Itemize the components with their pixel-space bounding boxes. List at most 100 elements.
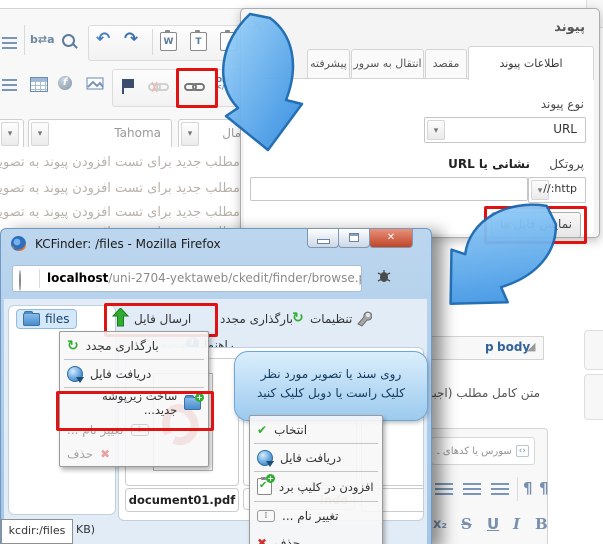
paragraph-ltr-icon[interactable]: ¶	[523, 479, 533, 497]
delete-x-icon: ✖	[100, 447, 110, 461]
dialog-body: نوع پیوند ▾ URL پروتکل نشانی یا URL ▾ ht…	[244, 78, 594, 234]
link-icon[interactable]	[184, 81, 205, 93]
toolbar-settings-label[interactable]: تنظیمات	[310, 312, 352, 326]
italic-icon[interactable]: I	[513, 515, 520, 533]
wrench-icon[interactable]	[356, 311, 372, 327]
delete-x-icon: ✖	[257, 536, 267, 544]
menu-item-clipboard[interactable]: ✔ افزودن در کلیپ برد	[250, 472, 382, 501]
table-icon[interactable]	[30, 77, 48, 92]
subscript-icon[interactable]: x₂	[433, 517, 447, 532]
chevron-down-icon[interactable]: ▾	[31, 122, 49, 146]
underline-icon[interactable]: U	[487, 515, 499, 533]
tab-target[interactable]: مقصد	[425, 49, 467, 79]
align-left-icon[interactable]	[491, 483, 509, 495]
browse-server-button[interactable]: نمایش فایل ها	[491, 212, 581, 238]
menu-item-rename[interactable]: تغییر نام ... I	[60, 418, 208, 442]
refresh-icon: ↻	[67, 339, 79, 353]
hint-line1: روی سند یا تصویر مورد نظر	[235, 365, 427, 384]
search-icon[interactable]	[62, 34, 75, 47]
chevron-down-icon[interactable]: ▾	[1, 122, 19, 146]
list-icon[interactable]	[2, 79, 17, 91]
menu-label: تغییر نام ...	[67, 423, 124, 437]
align-center-icon[interactable]	[463, 483, 481, 495]
rename-icon: I	[131, 424, 149, 436]
firefox-window: KCFinder: /files - Mozilla Firefox ✕ loc…	[0, 228, 432, 544]
align-right-icon[interactable]	[435, 483, 453, 495]
chevron-down-icon[interactable]: ▾	[427, 120, 445, 140]
menu-item-delete[interactable]: ✖ حذف	[250, 529, 382, 544]
refresh-icon[interactable]: ↻	[292, 311, 304, 325]
paste-icon[interactable]	[220, 32, 237, 51]
page-bug-icon[interactable]	[376, 269, 392, 284]
path-item-p[interactable]: p	[485, 340, 494, 354]
menu-label: تغییر نام ...	[282, 509, 339, 523]
toolbar-refresh-label[interactable]: بارگذاری مجدد	[220, 312, 293, 326]
download-globe-icon	[257, 450, 273, 466]
strikethrough-icon[interactable]: S	[461, 515, 472, 533]
styles-combo[interactable]: ▾	[0, 119, 24, 149]
bold-icon[interactable]: B	[535, 515, 548, 533]
hint-line2: کلیک راست یا دوبل کلیک کنید	[235, 384, 427, 403]
navigation-bar: localhost/uni-2704-yektaweb/ckedit/finde…	[4, 259, 427, 300]
site-identity-icon[interactable]	[19, 270, 21, 291]
rename-icon: I	[257, 510, 275, 522]
background-field	[584, 330, 603, 370]
undo-icon[interactable]: ↶	[96, 32, 110, 46]
tab-advanced[interactable]: پیشرفته	[307, 49, 350, 79]
file-name-label[interactable]: document01.pdf	[125, 488, 239, 512]
paragraph-indent-icon[interactable]	[2, 37, 17, 49]
bidi-icon[interactable]: b⇄a	[30, 33, 55, 46]
toolbar-separator	[24, 25, 25, 55]
unlink-icon[interactable]	[148, 81, 169, 93]
close-icon[interactable]: ✕	[251, 18, 263, 34]
menu-item-download[interactable]: دریافت فایل	[250, 444, 382, 471]
menu-label: حذف	[67, 447, 93, 461]
path-item-body[interactable]: body	[497, 340, 530, 354]
menu-label: ساخت زیرپوشه جدید...	[67, 389, 177, 417]
redo-icon[interactable]: ↷	[124, 32, 138, 46]
paste-as-text-icon[interactable]: T	[190, 32, 207, 51]
screenshot-root: b⇄a ↶ ↷ W T f DIV </>	[0, 0, 603, 544]
tab-upload[interactable]: انتقال به سرور	[351, 49, 424, 79]
minimize-button[interactable]	[307, 228, 339, 248]
image-icon[interactable]	[86, 77, 104, 90]
url-bar[interactable]: localhost/uni-2704-yektaweb/ckedit/finde…	[12, 265, 362, 292]
menu-label: حذف	[274, 536, 300, 544]
menu-item-select[interactable]: ✔ انتخاب	[250, 416, 382, 443]
check-icon: ✔	[259, 481, 267, 491]
maximize-icon	[349, 233, 359, 242]
flash-icon[interactable]: f	[58, 76, 72, 90]
urlbar-separator	[39, 269, 40, 288]
menu-item-delete[interactable]: حذف ✖	[60, 442, 208, 466]
editor-content-area[interactable]: مطلب جدید برای تست افزودن پیوند به تصویر…	[0, 147, 244, 232]
font-combo[interactable]: ▾ Tahoma	[28, 119, 172, 149]
resize-corner-icon[interactable]: ◢	[527, 340, 535, 353]
code-icon: ‹›	[516, 445, 529, 457]
link-type-select[interactable]: ▾ URL	[424, 117, 586, 143]
close-button[interactable]: ✕	[369, 228, 413, 248]
menu-item-new-subfolder[interactable]: ساخت زیرپوشه جدید...	[60, 388, 208, 418]
tree-root-folder[interactable]: files	[16, 309, 77, 329]
source-button[interactable]: ‹› سورس یا کدهای HTML	[431, 437, 535, 465]
elements-path-bar: p body ◢	[424, 336, 544, 360]
kcfinder-content: files ارسال فایل بارگذاری مجدد ↻ تنظیمات…	[4, 299, 427, 544]
editor-text-line: مطلب جدید برای تست افزودن پیوند به تصویر…	[0, 155, 240, 170]
paste-from-word-icon[interactable]: W	[160, 32, 177, 51]
menu-item-rename[interactable]: I تغییر نام ...	[250, 502, 382, 529]
anchor-flag-icon[interactable]	[124, 79, 134, 88]
maximize-button[interactable]	[338, 228, 370, 248]
clipboard-add-icon: ✔	[257, 478, 272, 495]
menu-item-download[interactable]: دریافت فایل	[60, 360, 208, 387]
toolbar-upload-label[interactable]: ارسال فایل	[134, 312, 191, 326]
chevron-down-icon[interactable]: ▾	[181, 122, 199, 146]
protocol-select[interactable]: ▾ http://	[528, 177, 586, 203]
div-container-icon[interactable]: DIV </>	[216, 77, 230, 91]
menu-item-refresh[interactable]: ↻ بارگذاری مجدد	[60, 332, 208, 359]
firefox-icon	[10, 235, 27, 252]
menu-label: دریافت فایل	[90, 367, 151, 381]
url-input[interactable]	[250, 177, 528, 201]
window-title: KCFinder: /files - Mozilla Firefox	[35, 237, 221, 251]
tab-link-info[interactable]: اطلاعات پیوند	[468, 46, 594, 80]
upload-icon[interactable]	[112, 308, 129, 327]
paragraph-rtl-icon[interactable]: ¶	[539, 479, 549, 497]
